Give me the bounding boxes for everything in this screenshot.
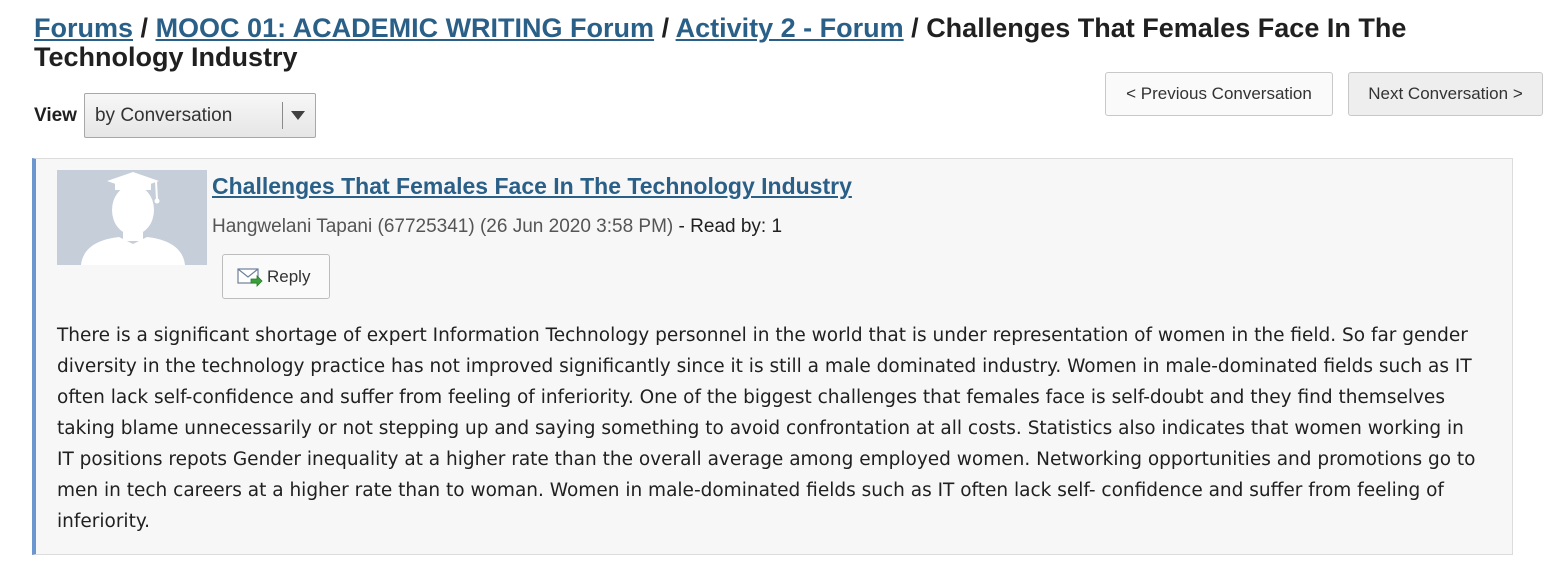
conversation-navigation: < Previous Conversation Next Conversatio… bbox=[1105, 72, 1543, 116]
caret-down-icon[interactable] bbox=[290, 111, 305, 120]
graduate-avatar-icon bbox=[57, 170, 207, 265]
view-mode-select[interactable]: by Conversation bbox=[83, 93, 316, 138]
view-selector-row: View by Conversation bbox=[34, 93, 316, 138]
breadcrumb-link-forums[interactable]: Forums bbox=[34, 13, 133, 43]
reply-button[interactable]: Reply bbox=[222, 254, 330, 299]
breadcrumb-link-activity[interactable]: Activity 2 - Forum bbox=[676, 13, 904, 43]
post-timestamp: (26 Jun 2020 3:58 PM) bbox=[479, 216, 674, 237]
forum-post: Challenges That Females Face In The Tech… bbox=[32, 158, 1513, 555]
previous-conversation-button[interactable]: < Previous Conversation bbox=[1105, 72, 1333, 116]
post-title-link[interactable]: Challenges That Females Face In The Tech… bbox=[212, 173, 852, 200]
post-meta: Hangwelani Tapani (67725341) (26 Jun 202… bbox=[212, 216, 782, 238]
post-author: Hangwelani Tapani (67725341) bbox=[212, 216, 475, 237]
view-mode-selected-value: by Conversation bbox=[94, 104, 233, 126]
breadcrumb: Forums / MOOC 01: ACADEMIC WRITING Forum… bbox=[34, 14, 1474, 72]
next-conversation-button[interactable]: Next Conversation > bbox=[1348, 72, 1543, 116]
post-read-count: - Read by: 1 bbox=[678, 216, 783, 237]
reply-button-label: Reply bbox=[267, 266, 311, 286]
view-label: View bbox=[34, 104, 77, 126]
breadcrumb-link-course-forum[interactable]: MOOC 01: ACADEMIC WRITING Forum bbox=[156, 13, 655, 43]
envelope-reply-icon bbox=[237, 266, 263, 288]
breadcrumb-separator: / bbox=[661, 13, 670, 43]
post-body-text: There is a significant shortage of exper… bbox=[57, 325, 1476, 532]
breadcrumb-separator: / bbox=[911, 13, 919, 43]
select-divider bbox=[281, 102, 283, 129]
breadcrumb-separator: / bbox=[140, 13, 149, 43]
